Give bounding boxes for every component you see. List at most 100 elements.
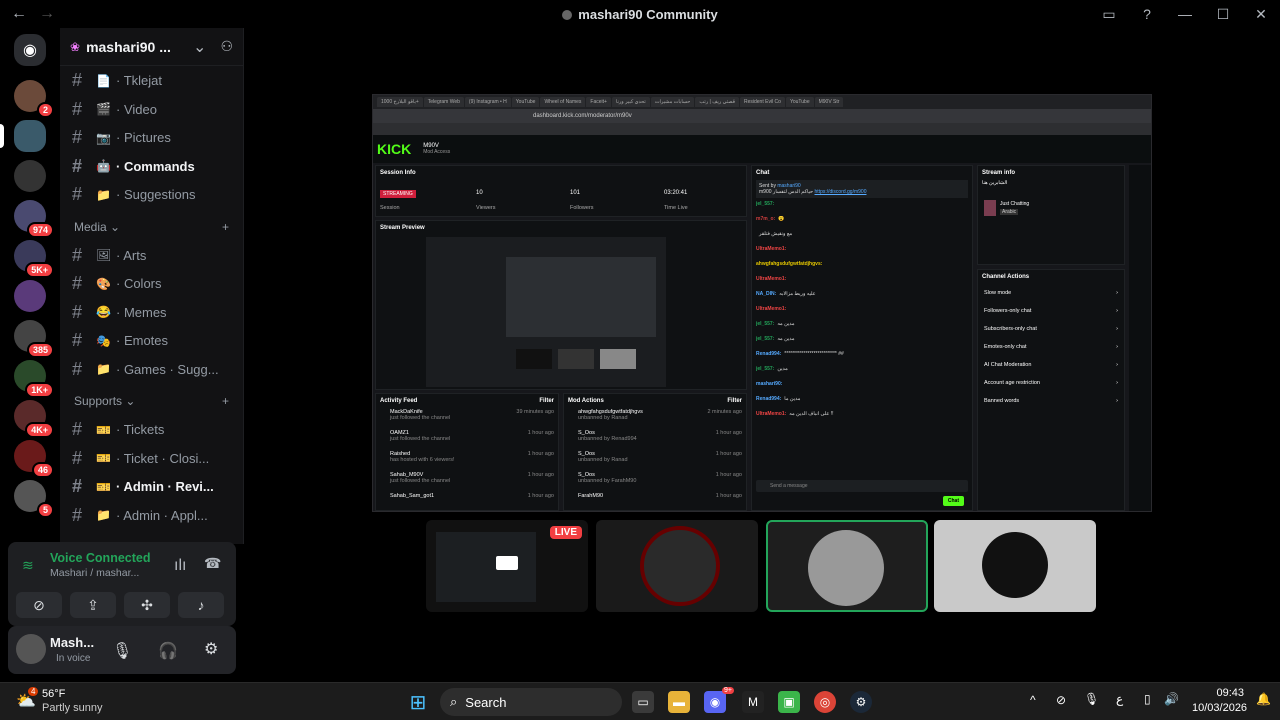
browser-tab[interactable]: (9) Instagram • H [464,97,511,107]
channel-item[interactable]: # 📷 · Pictures [60,124,243,152]
signal-icon[interactable]: ≋ [22,557,34,574]
channel-action-row[interactable]: Account age restriction › [978,374,1124,392]
channel-action-row[interactable]: Followers-only chat › [978,302,1124,320]
discord-taskbar-icon[interactable]: ◉ 9+ [704,687,734,713]
minimize-icon[interactable]: — [1166,6,1204,22]
network-off-icon[interactable]: ⊘ [1056,693,1066,707]
chrome-icon[interactable]: ◎ [814,691,836,713]
browser-tab[interactable]: YouTube [511,97,540,107]
channel-action-row[interactable]: Slow mode › [978,284,1124,302]
server-header[interactable]: ❀ mashari90 ... ⌄ ⚇ [60,28,243,66]
channel-item[interactable]: # 🎫 · Ticket · Closi... [60,444,243,472]
chevron-down-icon[interactable]: ⌄ [193,37,206,57]
channel-action-row[interactable]: Subscribers-only chat › [978,320,1124,338]
browser-tab[interactable]: Resident Evil Co [739,97,785,107]
chat-username[interactable]: UltraMemo1: [756,306,786,312]
browser-tab[interactable]: Telegram Web [423,97,464,107]
chat-username[interactable]: jel_557: [756,201,774,207]
pinned-link[interactable]: https://discord.gg/m900 [815,189,867,195]
chat-username[interactable]: jel_557: [756,321,774,327]
chevron-right-icon[interactable]: › [1116,308,1118,314]
channel-item[interactable]: # 🖼 · Arts [60,241,243,269]
add-channel-icon[interactable]: + [222,394,229,408]
camera-off-button[interactable]: ⊘ [16,592,62,618]
tray-chevron-icon[interactable]: ^ [1030,693,1036,707]
server-5[interactable]: 5K+ [14,240,54,278]
help-icon[interactable]: ? [1128,6,1166,22]
screenshare-button[interactable]: ⇪ [70,592,116,618]
participant-tile-4[interactable] [934,520,1096,612]
chat-username[interactable]: m7m_o: [756,216,775,222]
channel-item[interactable]: # 🎬 · Video [60,95,243,123]
server-4[interactable]: 974 [14,200,54,238]
task-view-icon[interactable]: ▭ [632,691,654,713]
server-7[interactable]: 385 [14,320,54,358]
kick-app-icon[interactable]: ▣ [778,691,800,713]
chevron-right-icon[interactable]: › [1116,344,1118,350]
chat-username[interactable]: ahwgfahgsdufgwtfatdjhgvs: [756,261,822,267]
soundboard-icon[interactable]: ılı [174,557,186,575]
discord-home-icon[interactable]: ◉ [14,34,46,66]
soundboard-button[interactable]: ♪ [178,592,224,618]
invite-icon[interactable]: ⚇ [220,38,233,55]
channel-item[interactable]: # 🎭 · Emotes [60,327,243,355]
chat-username[interactable]: mashari90: [756,381,782,387]
participant-tile-2[interactable] [596,520,758,612]
activities-button[interactable]: ✣ [124,592,170,618]
channel-item[interactable]: # 🤖 · Commands [60,152,243,180]
channel-item[interactable]: # 🎨 · Colors [60,270,243,298]
chat-username[interactable]: NA_DIN: [756,291,776,297]
screenshare-stream[interactable]: باقو البلارخ 1000+ Telegram Web (9) Instag… [372,94,1152,512]
browser-tab[interactable]: قصتي ريف | رتب [695,97,739,107]
send-message-input[interactable]: Send a message [756,480,968,492]
filter-button[interactable]: Filter [539,398,554,404]
participant-tile-speaking[interactable] [766,520,928,612]
browser-tab[interactable]: YouTube [785,97,814,107]
address-bar[interactable]: dashboard.kick.com/moderator/m90v [373,109,1151,123]
voice-status[interactable]: Voice Connected [50,551,150,565]
chevron-right-icon[interactable]: › [1116,380,1118,386]
notification-icon[interactable]: 🔔 [1256,692,1271,706]
chevron-right-icon[interactable]: › [1116,326,1118,332]
server-11[interactable]: 5 [14,480,54,518]
chat-username[interactable]: Renad994: [756,351,781,357]
chat-send-button[interactable]: Chat [942,496,964,506]
close-icon[interactable]: ✕ [1242,6,1280,23]
server-9[interactable]: 4K+ [14,400,54,438]
wifi-icon[interactable]: ▯ [1144,692,1151,706]
avatar[interactable] [16,634,46,664]
clock-time[interactable]: 09:43 [1194,687,1244,699]
channel-item[interactable]: # 😂 · Memes [60,298,243,326]
chat-username[interactable]: UltraMemo1: [756,276,786,282]
channel-item[interactable]: # 📄 · Tklejat [60,67,243,95]
chat-username[interactable]: jel_557: [756,366,774,372]
back-arrow-icon[interactable]: ← [8,5,30,23]
server-10[interactable]: 46 [14,440,54,478]
chat-username[interactable]: jel_557: [756,336,774,342]
browser-tab[interactable]: تحدي كبير ورنا [611,97,650,107]
gear-icon[interactable]: ⚙ [204,639,218,659]
category-media[interactable]: Media ⌄ + [60,213,243,241]
browser-tab[interactable]: Wheel of Names [540,97,586,107]
server-8[interactable]: 1K+ [14,360,54,398]
voice-channel[interactable]: Mashari / mashar... [50,567,139,579]
app-icon[interactable]: M [742,691,764,713]
channel-item[interactable]: # 📁 · Admin · Appl... [60,501,243,529]
channel-item[interactable]: # 📁 · Suggestions [60,181,243,209]
channel-action-row[interactable]: AI Chat Moderation › [978,356,1124,374]
channel-item[interactable]: # 📁 · Games · Sugg... [60,355,243,383]
disconnect-icon[interactable]: ☎ [204,555,221,572]
preview-video[interactable] [426,237,666,387]
chevron-right-icon[interactable]: › [1116,362,1118,368]
start-icon[interactable]: ⊞ [407,691,429,714]
channel-item[interactable]: # 🎫 · Admin · Revi... [60,473,243,501]
filter-button[interactable]: Filter [727,398,742,404]
microphone-icon[interactable]: 🎙 [112,641,132,661]
file-explorer-icon[interactable]: ▬ [668,691,690,713]
browser-tab[interactable]: حسابات مشيرات [650,97,695,107]
server-2[interactable] [0,120,46,152]
chat-username[interactable]: UltraMemo1: [756,411,786,417]
browser-tab[interactable]: Faceit+ [586,97,611,107]
volume-icon[interactable]: 🔊 [1164,692,1179,706]
chat-username[interactable]: UltraMemo1: [756,246,786,252]
